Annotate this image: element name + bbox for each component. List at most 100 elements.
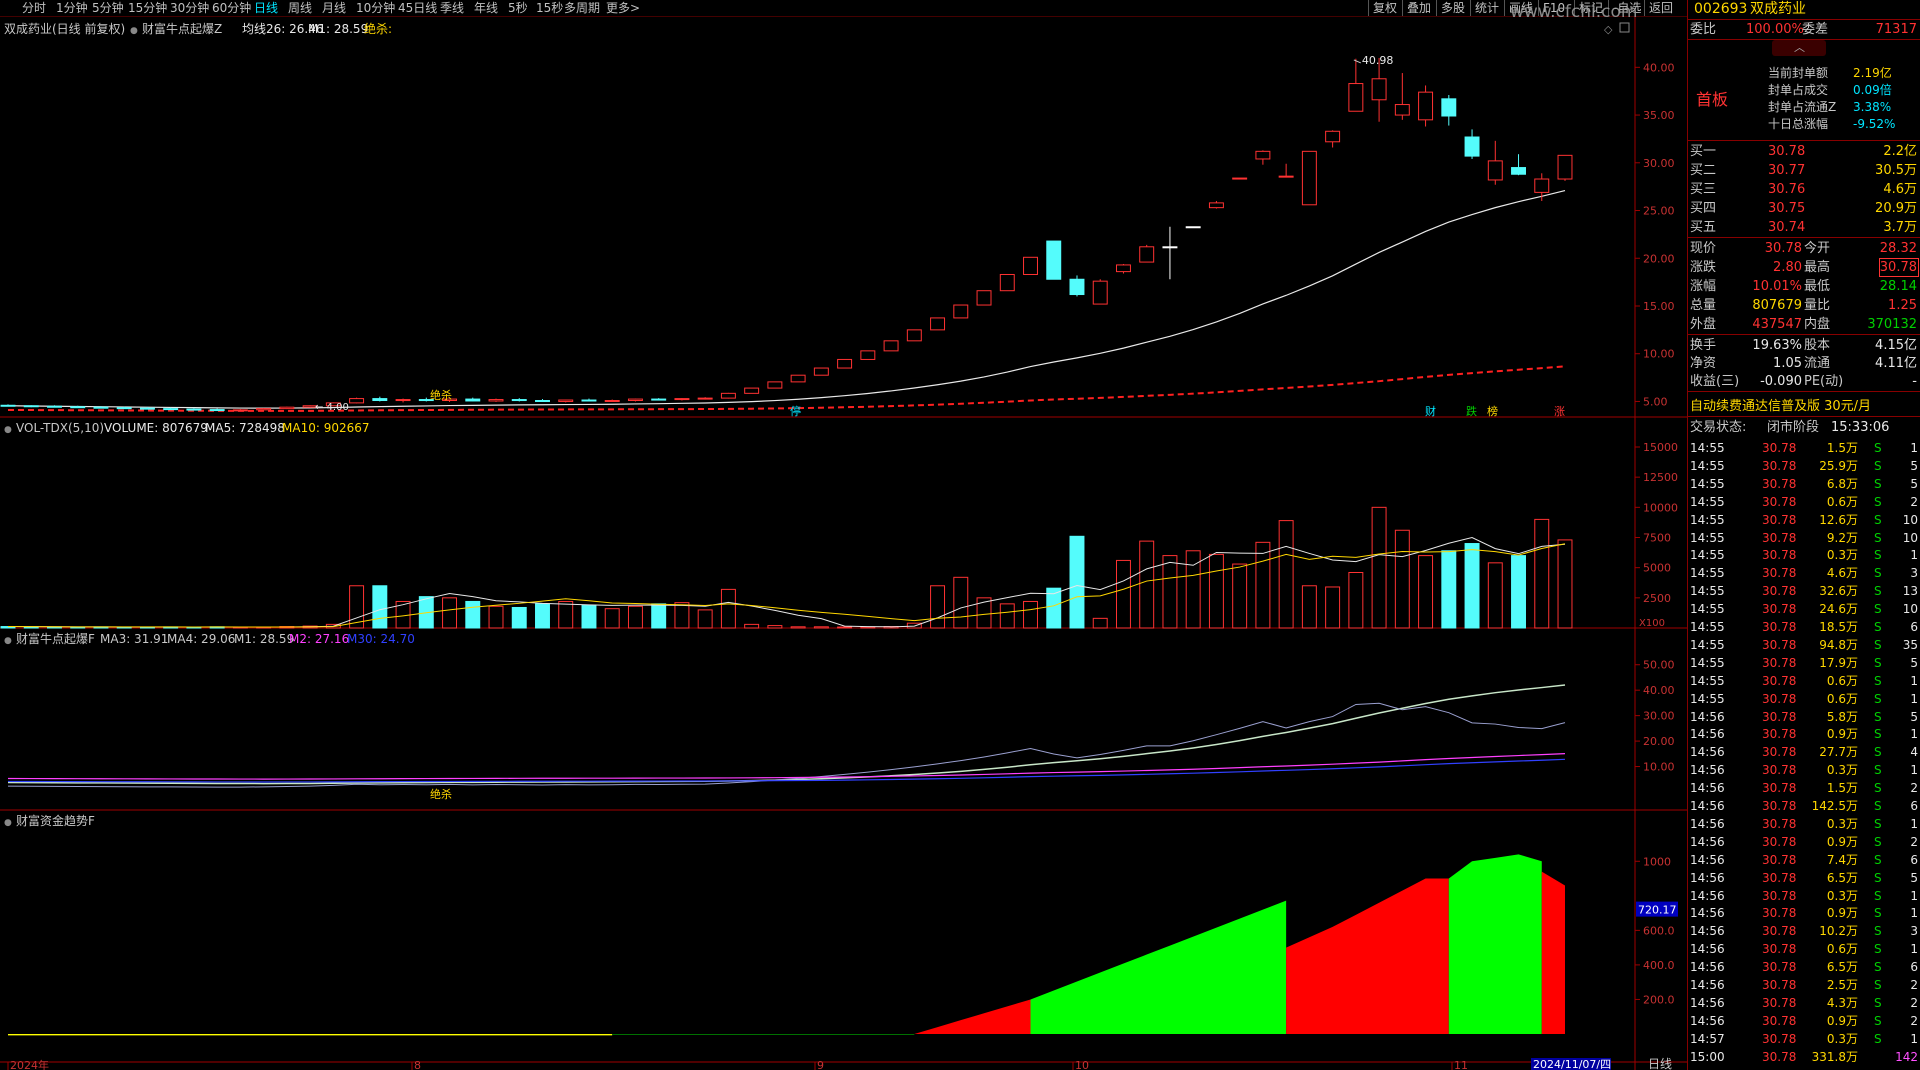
tick-volume: 17.9万: [1819, 655, 1858, 670]
fundamental-row: 收益(三) -0.090 PE(动) -: [1688, 373, 1920, 391]
tick-price: 30.78: [1762, 458, 1797, 473]
low-price-label: ← 4.00: [315, 402, 349, 413]
tab-14[interactable]: 15秒: [536, 0, 563, 16]
tab-1[interactable]: 1分钟: [56, 0, 88, 16]
candle: [1301, 150, 1317, 206]
bid-row[interactable]: 买一 30.78 2.2亿: [1688, 143, 1920, 161]
tab-9[interactable]: 10分钟: [356, 0, 395, 16]
tick-volume: 12.6万: [1819, 512, 1858, 527]
indicator-tick: 30.00: [1643, 710, 1675, 723]
candle: [744, 387, 760, 394]
tick-price: 30.78: [1762, 781, 1797, 796]
tab-11[interactable]: 季线: [440, 0, 464, 16]
bid-volume: 4.6万: [1883, 182, 1917, 197]
toolbar-button-2[interactable]: 多股: [1436, 0, 1469, 16]
tick-side: S: [1874, 978, 1882, 992]
tab-4[interactable]: 30分钟: [170, 0, 209, 16]
tick-time: 14:56: [1690, 924, 1725, 939]
tick-side: S: [1874, 709, 1882, 724]
quote-key: 量比: [1804, 298, 1831, 313]
kline-chart-area[interactable]: 40.00 35.00 30.00 25.00 20.00 15.00 10.00 5.00 双…: [0, 17, 1687, 1070]
tick-price: 30.78: [1762, 852, 1797, 867]
bid-row[interactable]: 买四 30.75 20.9万: [1688, 200, 1920, 218]
tick-volume: 0.6万: [1826, 942, 1858, 957]
quote-row: 现价 30.78 今开 28.32: [1688, 240, 1920, 258]
tick-price: 30.78: [1762, 888, 1797, 903]
tick-price: 30.78: [1762, 1013, 1797, 1028]
volume-bar: [1534, 518, 1550, 629]
tick-count: 10: [1902, 530, 1918, 545]
tick-count: 1: [1910, 1031, 1918, 1046]
volume-tick: 7500: [1643, 532, 1671, 545]
fund-value: 1.05: [1773, 356, 1802, 371]
volume-bar: [511, 606, 527, 629]
tick-count: 35: [1902, 637, 1918, 652]
tick-price: 30.78: [1762, 906, 1797, 921]
bid-row[interactable]: 买二 30.77 30.5万: [1688, 162, 1920, 180]
toolbar-button-1[interactable]: 叠加: [1402, 0, 1435, 16]
candle: [1418, 85, 1434, 127]
tick-price: 30.78: [1762, 834, 1797, 849]
volume-bar: [581, 604, 597, 629]
tab-10[interactable]: 45日线: [398, 0, 437, 16]
volume-bar: [1255, 541, 1271, 629]
tab-13[interactable]: 5秒: [508, 0, 528, 16]
tick-volume: 0.9万: [1826, 834, 1858, 849]
toolbar-button-8[interactable]: 返回: [1644, 0, 1677, 16]
maximize-icon[interactable]: [1619, 22, 1630, 33]
quote-row: 总量 807679 量比 1.25: [1688, 297, 1920, 315]
tab-2[interactable]: 5分钟: [92, 0, 124, 16]
tab-15[interactable]: 多周期: [564, 0, 600, 16]
candle: [953, 304, 969, 319]
quote-value: 370132: [1867, 317, 1917, 332]
tab-5[interactable]: 60分钟: [212, 0, 251, 16]
tick-volume: 94.8万: [1819, 637, 1858, 652]
candle: [488, 398, 504, 402]
candle: [1185, 226, 1201, 229]
quote-key: 外盘: [1690, 317, 1717, 332]
collapse-toggle[interactable]: ︿: [1772, 40, 1826, 56]
tick-volume: 10.2万: [1819, 924, 1858, 939]
tick-price: 30.78: [1762, 494, 1797, 509]
tick-side: S: [1874, 816, 1882, 831]
tick-volume: 5.8万: [1826, 709, 1858, 724]
tab-7[interactable]: 周线: [288, 0, 312, 16]
tab-8[interactable]: 月线: [322, 0, 346, 16]
tick-time: 14:55: [1690, 620, 1725, 634]
quote-value: 28.14: [1879, 279, 1917, 294]
tick-row: 14:55 30.78 0.6万 S 1: [1688, 690, 1920, 708]
tab-3[interactable]: 15分钟: [128, 0, 167, 16]
bid-row[interactable]: 买五 30.74 3.7万: [1688, 219, 1920, 237]
tick-volume: 2.5万: [1826, 978, 1858, 992]
tab-16[interactable]: 更多>: [606, 0, 640, 16]
bid-volume: 30.5万: [1875, 163, 1917, 178]
tick-time: 14:56: [1690, 942, 1725, 957]
tick-row: 14:55 30.78 24.6万 S 10: [1688, 600, 1920, 618]
tick-row: 14:56 30.78 0.9万 S 1: [1688, 725, 1920, 743]
promo-banner[interactable]: 自动续费通达信普及版 30元/月: [1690, 395, 1871, 414]
tick-price: 30.78: [1762, 530, 1797, 545]
tick-volume: 0.3万: [1826, 816, 1858, 831]
volume-bar: [1418, 555, 1434, 629]
toolbar-button-0[interactable]: 复权: [1368, 0, 1401, 16]
bid-row[interactable]: 买三 30.76 4.6万: [1688, 181, 1920, 199]
candle: [1394, 73, 1410, 120]
tick-price: 30.78: [1762, 691, 1797, 706]
volume-bar: [1139, 540, 1155, 629]
tick-count: 1: [1910, 548, 1918, 563]
quote-value: 28.32: [1879, 241, 1917, 256]
candle: [1371, 57, 1387, 122]
tick-row: 14:55 30.78 12.6万 S 10: [1688, 511, 1920, 529]
fund-value: 19.63%: [1752, 338, 1802, 353]
quote-key: 现价: [1690, 241, 1717, 256]
toolbar-button-3[interactable]: 统计: [1470, 0, 1503, 16]
tick-volume: 142.5万: [1811, 799, 1858, 813]
tick-time: 14:56: [1690, 816, 1725, 831]
tab-6[interactable]: 日线: [254, 0, 278, 16]
tab-0[interactable]: 分时: [22, 0, 46, 16]
tick-time: 14:56: [1690, 978, 1725, 992]
tick-volume: 0.6万: [1826, 673, 1858, 688]
tick-count: 10: [1902, 512, 1918, 527]
tab-12[interactable]: 年线: [474, 0, 498, 16]
tick-row: 14:56 30.78 0.3万 S 1: [1688, 815, 1920, 833]
